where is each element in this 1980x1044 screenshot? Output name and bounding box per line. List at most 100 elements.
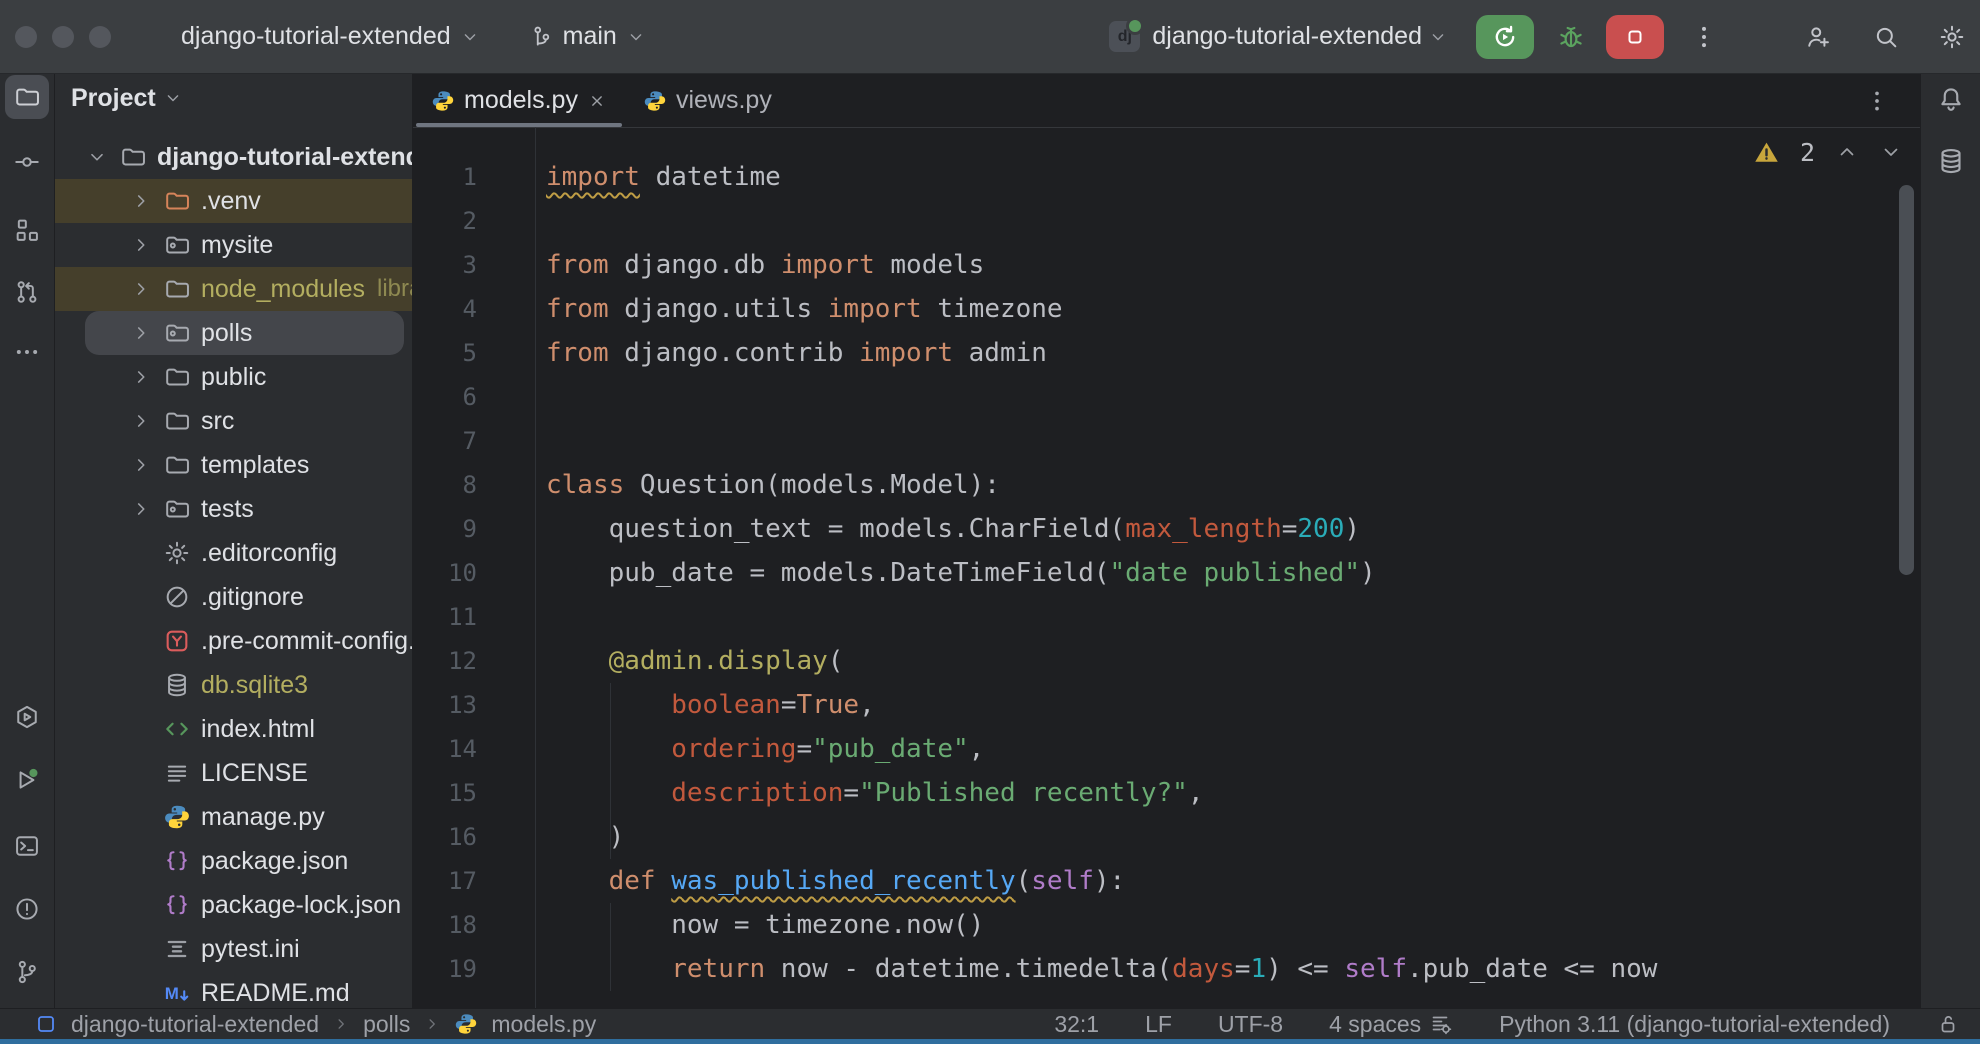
code-line: 8 class Question(models.Model):	[413, 463, 1920, 507]
tree-item-index-html[interactable]: index.html	[55, 707, 412, 751]
branch-widget[interactable]: main	[528, 22, 646, 51]
project-tool-header[interactable]: Project	[55, 74, 412, 122]
code-editor[interactable]: 1 import datetime 2 3 from django.db imp…	[413, 127, 1920, 1008]
svg-text:M: M	[165, 984, 179, 1003]
chevron-right-icon[interactable]	[119, 366, 163, 388]
run-config-selector[interactable]: django-tutorial-extended	[1152, 22, 1422, 51]
tab-views-py[interactable]: views.py	[625, 74, 790, 127]
editor-scrollbar[interactable]	[1899, 185, 1914, 575]
tool-button-pull-requests[interactable]	[5, 270, 49, 314]
tree-item-pre-commit-config-yaml[interactable]: .pre-commit-config.yaml	[55, 619, 412, 663]
pull-request-icon	[13, 278, 41, 306]
tree-item-license[interactable]: LICENSE	[55, 751, 412, 795]
chevron-right-icon[interactable]	[119, 322, 163, 344]
breadcrumb-item[interactable]: django-tutorial-extended	[71, 1011, 319, 1038]
line-number: 6	[413, 383, 534, 411]
status-file-encoding[interactable]: UTF-8	[1218, 1011, 1283, 1038]
status-interpreter[interactable]: Python 3.11 (django-tutorial-extended)	[1499, 1011, 1890, 1038]
next-problem-icon[interactable]	[1879, 140, 1903, 164]
python-file-icon	[431, 89, 455, 113]
tool-button-terminal[interactable]	[5, 824, 49, 868]
warning-icon	[1753, 139, 1780, 166]
minimize-window-button[interactable]	[52, 26, 74, 48]
close-window-button[interactable]	[15, 26, 37, 48]
search-everywhere-button[interactable]	[1872, 23, 1900, 51]
previous-problem-icon[interactable]	[1835, 140, 1859, 164]
chevron-right-icon[interactable]	[119, 410, 163, 432]
tool-button-project[interactable]	[5, 75, 49, 119]
tool-button-commit[interactable]	[5, 140, 49, 184]
more-actions-button[interactable]	[1690, 23, 1718, 51]
bottom-accent-bar	[0, 1039, 1980, 1044]
breadcrumb-item[interactable]: models.py	[491, 1011, 596, 1038]
tool-button-more-tool-windows[interactable]	[5, 330, 49, 374]
tool-button-structure[interactable]	[5, 208, 49, 252]
chevron-right-icon[interactable]	[119, 278, 163, 300]
tree-item-node-modules[interactable]: node_modules library root	[55, 267, 412, 311]
stop-button[interactable]	[1606, 15, 1664, 59]
ignore-file-icon	[163, 583, 191, 611]
chevron-down-icon[interactable]	[75, 146, 119, 168]
status-line-separator[interactable]: LF	[1145, 1011, 1172, 1038]
zoom-window-button[interactable]	[89, 26, 111, 48]
tree-item-gitignore[interactable]: .gitignore	[55, 575, 412, 619]
code-line: 15 description="Published recently?",	[413, 771, 1920, 815]
editor-tab-bar: models.py views.py	[413, 74, 1920, 128]
status-caret-position[interactable]: 32:1	[1054, 1011, 1099, 1038]
code-line: 17 def was_published_recently(self):	[413, 859, 1920, 903]
tree-item-polls[interactable]: polls	[55, 311, 412, 355]
breadcrumb-item[interactable]: polls	[363, 1011, 410, 1038]
project-widget[interactable]: django-tutorial-extended	[181, 22, 480, 51]
status-indent[interactable]: 4 spaces	[1329, 1011, 1453, 1038]
line-number: 9	[413, 515, 534, 543]
tool-button-problems[interactable]	[5, 887, 49, 931]
tool-button-database[interactable]	[1936, 146, 1966, 176]
tree-item-venv[interactable]: .venv	[55, 179, 412, 223]
rerun-button[interactable]	[1476, 15, 1534, 59]
status-read-write-toggle[interactable]	[1936, 1012, 1960, 1036]
tool-button-notifications[interactable]	[1936, 84, 1966, 114]
code-with-me-button[interactable]	[1804, 23, 1832, 51]
close-tab-icon[interactable]	[587, 91, 607, 111]
tree-item-label: db.sqlite3	[201, 671, 308, 700]
project-tool-window: Project django-tutorial-extended .venv m…	[55, 74, 413, 1008]
titlebar-actions: dj django-tutorial-extended	[1109, 15, 1966, 59]
chevron-right-icon[interactable]	[119, 234, 163, 256]
tree-item-django-tutorial-extended[interactable]: django-tutorial-extended	[55, 135, 412, 179]
chevron-right-icon[interactable]	[119, 190, 163, 212]
chevron-right-icon[interactable]	[119, 454, 163, 476]
line-number: 7	[413, 427, 534, 455]
tool-button-version-control[interactable]	[5, 950, 49, 994]
chevron-right-icon[interactable]	[119, 498, 163, 520]
tree-item-mysite[interactable]: mysite	[55, 223, 412, 267]
line-number: 2	[413, 207, 534, 235]
inspections-widget[interactable]: 2	[1753, 130, 1903, 174]
tree-item-public[interactable]: public	[55, 355, 412, 399]
project-square-icon	[34, 1012, 58, 1036]
tree-item-pytest-ini[interactable]: pytest.ini	[55, 927, 412, 971]
tree-item-manage-py[interactable]: manage.py	[55, 795, 412, 839]
tab-options-icon[interactable]	[1864, 88, 1890, 114]
tree-item-src[interactable]: src	[55, 399, 412, 443]
tool-button-services[interactable]	[5, 695, 49, 739]
problems-icon	[13, 895, 41, 923]
tab-models-py[interactable]: models.py	[413, 74, 625, 127]
tree-item-tests[interactable]: tests	[55, 487, 412, 531]
folder-icon	[163, 407, 191, 435]
tree-item-package-lock-json[interactable]: package-lock.json	[55, 883, 412, 927]
tree-item-editorconfig[interactable]: .editorconfig	[55, 531, 412, 575]
code-line: 4 from django.utils import timezone	[413, 287, 1920, 331]
debug-button[interactable]	[1556, 22, 1586, 52]
tree-item-readme-md[interactable]: M README.md	[55, 971, 412, 1008]
tree-item-templates[interactable]: templates	[55, 443, 412, 487]
settings-button[interactable]	[1938, 23, 1966, 51]
tool-button-run[interactable]	[5, 758, 49, 802]
tree-item-package-json[interactable]: package.json	[55, 839, 412, 883]
activity-bar	[0, 74, 55, 1008]
tree-item-label: tests	[201, 495, 254, 524]
tree-item-label: .venv	[201, 187, 261, 216]
line-number: 19	[413, 955, 534, 983]
python-file-icon	[643, 89, 667, 113]
tree-item-db-sqlite3[interactable]: db.sqlite3	[55, 663, 412, 707]
python-file-icon	[163, 803, 191, 831]
